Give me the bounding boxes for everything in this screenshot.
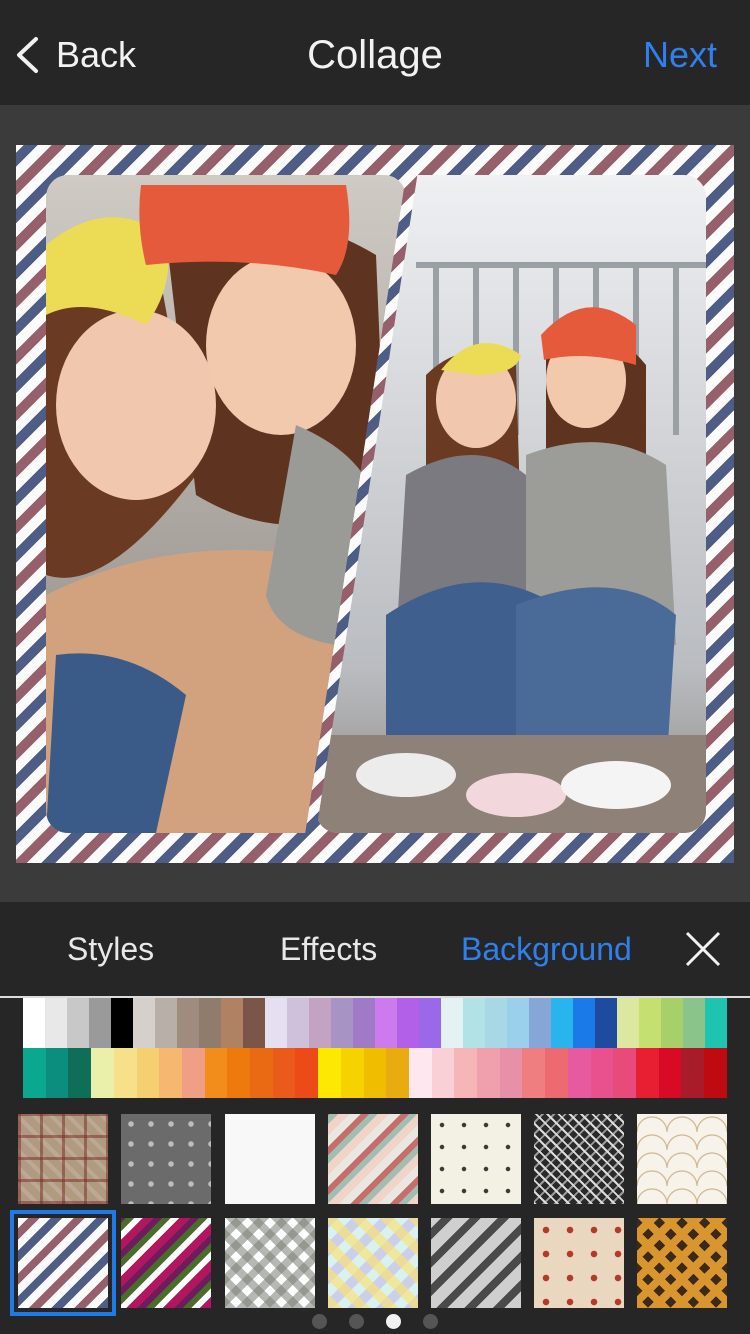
- color-swatch[interactable]: [353, 998, 375, 1048]
- pattern-red-stars[interactable]: [534, 1218, 624, 1308]
- pattern-stripes-blue-red[interactable]: [10, 1210, 116, 1316]
- color-swatch[interactable]: [522, 1048, 546, 1098]
- color-swatch[interactable]: [45, 998, 67, 1048]
- color-swatch[interactable]: [499, 1048, 523, 1098]
- color-swatch[interactable]: [431, 1048, 455, 1098]
- color-swatch[interactable]: [507, 998, 529, 1048]
- pattern-white[interactable]: [225, 1114, 315, 1204]
- close-icon[interactable]: [684, 930, 722, 968]
- color-swatch[interactable]: [45, 1048, 69, 1098]
- color-swatch[interactable]: [181, 1048, 205, 1098]
- pattern-stars-grey[interactable]: [121, 1114, 211, 1204]
- color-swatch[interactable]: [67, 998, 89, 1048]
- tab-styles[interactable]: Styles: [67, 924, 154, 974]
- color-swatch[interactable]: [23, 1048, 46, 1098]
- color-swatch[interactable]: [159, 1048, 182, 1098]
- color-swatch[interactable]: [567, 1048, 591, 1098]
- color-swatch[interactable]: [287, 998, 309, 1048]
- color-swatch[interactable]: [441, 998, 463, 1048]
- page-dot[interactable]: [423, 1314, 438, 1329]
- color-swatch[interactable]: [683, 998, 705, 1048]
- color-swatch[interactable]: [295, 1048, 319, 1098]
- color-swatch[interactable]: [595, 998, 617, 1048]
- pattern-anchors[interactable]: [431, 1114, 521, 1204]
- color-swatch[interactable]: [250, 1048, 273, 1098]
- page-title: Collage: [307, 33, 443, 77]
- collage-stage: [0, 105, 750, 902]
- color-swatch[interactable]: [573, 998, 595, 1048]
- color-swatch[interactable]: [681, 1048, 705, 1098]
- pattern-plaid[interactable]: [18, 1114, 108, 1204]
- color-swatch[interactable]: [477, 1048, 500, 1098]
- color-swatch[interactable]: [454, 1048, 478, 1098]
- color-swatch-grid: [23, 998, 727, 1098]
- color-swatch[interactable]: [408, 1048, 432, 1098]
- color-swatch[interactable]: [136, 1048, 160, 1098]
- color-swatch[interactable]: [89, 998, 111, 1048]
- color-swatch[interactable]: [177, 998, 199, 1048]
- color-swatch[interactable]: [243, 998, 265, 1048]
- color-swatch[interactable]: [265, 998, 287, 1048]
- tab-bar: Styles Effects Background: [0, 902, 750, 996]
- pattern-gingham[interactable]: [225, 1218, 315, 1308]
- next-button[interactable]: Next: [643, 30, 717, 80]
- color-swatch[interactable]: [111, 998, 133, 1048]
- page-dot[interactable]: [349, 1314, 364, 1329]
- color-swatch[interactable]: [661, 998, 683, 1048]
- color-swatch[interactable]: [91, 1048, 114, 1098]
- page-dot[interactable]: [386, 1314, 401, 1329]
- swatch-row-1: [23, 998, 727, 1048]
- color-swatch[interactable]: [133, 998, 155, 1048]
- color-swatch[interactable]: [68, 1048, 92, 1098]
- color-swatch[interactable]: [375, 998, 397, 1048]
- color-swatch[interactable]: [545, 1048, 568, 1098]
- pattern-stripes-berry[interactable]: [121, 1218, 211, 1308]
- collage-canvas: [16, 145, 734, 863]
- color-swatch[interactable]: [272, 1048, 296, 1098]
- swatch-row-2: [23, 1048, 727, 1098]
- top-bar: Back Collage Next: [0, 0, 750, 105]
- color-swatch[interactable]: [705, 998, 727, 1048]
- page-indicator: [0, 1314, 750, 1329]
- color-swatch[interactable]: [419, 998, 441, 1048]
- color-swatch[interactable]: [227, 1048, 251, 1098]
- color-swatch[interactable]: [617, 998, 639, 1048]
- pattern-grey-stripes[interactable]: [431, 1218, 521, 1308]
- color-swatch[interactable]: [529, 998, 551, 1048]
- color-swatch[interactable]: [463, 998, 485, 1048]
- pattern-scallops[interactable]: [637, 1114, 727, 1204]
- pattern-rainbow-check[interactable]: [328, 1218, 418, 1308]
- tab-effects[interactable]: Effects: [280, 924, 377, 974]
- bottom-panel: Styles Effects Background: [0, 902, 750, 1334]
- color-swatch[interactable]: [635, 1048, 659, 1098]
- color-swatch[interactable]: [331, 998, 353, 1048]
- color-swatch[interactable]: [340, 1048, 364, 1098]
- color-swatch[interactable]: [485, 998, 507, 1048]
- pattern-geometric[interactable]: [534, 1114, 624, 1204]
- color-swatch[interactable]: [199, 998, 221, 1048]
- color-swatch[interactable]: [613, 1048, 636, 1098]
- tab-background[interactable]: Background: [461, 924, 632, 974]
- color-swatch[interactable]: [590, 1048, 614, 1098]
- color-swatch[interactable]: [704, 1048, 727, 1098]
- color-swatch[interactable]: [386, 1048, 409, 1098]
- color-swatch[interactable]: [318, 1048, 341, 1098]
- color-swatch[interactable]: [113, 1048, 137, 1098]
- color-swatch[interactable]: [204, 1048, 228, 1098]
- color-swatch[interactable]: [155, 998, 177, 1048]
- color-swatch[interactable]: [639, 998, 661, 1048]
- color-swatch[interactable]: [658, 1048, 682, 1098]
- color-swatch[interactable]: [309, 998, 331, 1048]
- color-swatch[interactable]: [23, 998, 45, 1048]
- color-swatch[interactable]: [221, 998, 243, 1048]
- color-swatch[interactable]: [397, 998, 419, 1048]
- color-swatch[interactable]: [551, 998, 573, 1048]
- color-swatch[interactable]: [363, 1048, 387, 1098]
- pattern-argyle[interactable]: [637, 1218, 727, 1308]
- page-dot[interactable]: [312, 1314, 327, 1329]
- pattern-pastel-stripes[interactable]: [328, 1114, 418, 1204]
